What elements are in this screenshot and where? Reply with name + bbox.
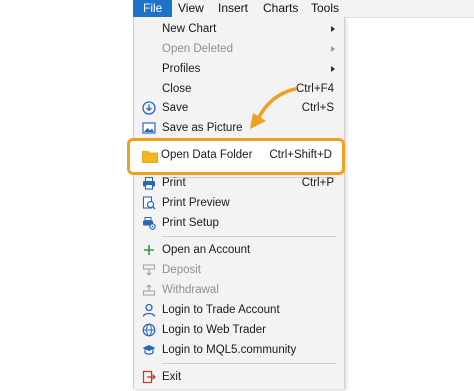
submenu-arrow-icon <box>331 26 335 32</box>
menu-item-label: Deposit <box>162 264 201 276</box>
menu-item-label: Login to Trade Account <box>162 304 280 316</box>
picture-icon <box>142 121 156 135</box>
menu-item-label: Exit <box>162 371 182 383</box>
exit-icon <box>142 370 156 384</box>
menu-item-label: Profiles <box>162 63 201 75</box>
menu-separator <box>162 236 336 237</box>
menu-item-print[interactable]: Print Ctrl+P <box>134 173 344 193</box>
menu-item-label: Withdrawal <box>162 284 219 296</box>
menu-insert[interactable]: Insert <box>218 0 248 17</box>
menu-item-login-trade-account[interactable]: Login to Trade Account <box>134 300 344 320</box>
menu-item-close[interactable]: Close Ctrl+F4 <box>134 79 344 99</box>
menu-tools[interactable]: Tools <box>311 0 339 17</box>
deposit-icon <box>142 263 156 277</box>
plus-icon <box>142 243 156 257</box>
shortcut-text: Ctrl+P <box>301 177 334 189</box>
folder-icon <box>142 150 158 163</box>
menu-item-label: Login to Web Trader <box>162 324 266 336</box>
menu-item-label: Print <box>162 177 186 189</box>
save-icon <box>142 101 156 115</box>
globe-icon <box>142 323 156 337</box>
menu-item-login-web-trader[interactable]: Login to Web Trader <box>134 320 344 340</box>
menu-bar: File View Insert Charts Tools <box>133 0 474 18</box>
menu-item-print-setup[interactable]: Print Setup <box>134 213 344 233</box>
menu-item-label: Login to MQL5.community <box>162 344 297 356</box>
printer-icon <box>142 176 156 190</box>
menu-item-label: Open Data Folder <box>161 149 253 161</box>
menu-item-label: Print Preview <box>162 197 230 209</box>
print-preview-icon <box>142 196 156 210</box>
print-setup-icon <box>142 216 156 230</box>
menu-item-profiles[interactable]: Profiles <box>134 59 344 79</box>
withdrawal-icon <box>142 283 156 297</box>
pointer-arrow-icon <box>250 87 297 129</box>
menu-item-label: Open Deleted <box>162 43 233 55</box>
graduation-cap-icon <box>142 343 156 357</box>
menu-item-new-chart[interactable]: New Chart <box>134 19 344 39</box>
menu-separator <box>162 363 336 364</box>
shortcut-text: Ctrl+S <box>301 102 334 114</box>
menu-view[interactable]: View <box>178 0 204 17</box>
menu-item-label: Save <box>162 102 189 114</box>
menu-item-deposit[interactable]: Deposit <box>134 260 344 280</box>
menu-item-label: Open an Account <box>162 244 251 256</box>
menu-charts[interactable]: Charts <box>263 0 298 17</box>
menu-item-withdrawal[interactable]: Withdrawal <box>134 280 344 300</box>
menu-item-save-as-picture[interactable]: Save as Picture <box>134 118 344 138</box>
submenu-arrow-icon <box>331 66 335 72</box>
menu-item-label: New Chart <box>162 23 217 35</box>
menu-item-save[interactable]: Save Ctrl+S <box>134 98 344 118</box>
menu-item-open-account[interactable]: Open an Account <box>134 240 344 260</box>
file-dropdown: New Chart Open Deleted Profiles Close Ct… <box>133 17 345 389</box>
menu-item-exit[interactable]: Exit <box>134 367 344 387</box>
menu-item-label: Close <box>162 83 192 95</box>
menu-file[interactable]: File <box>133 0 173 17</box>
menu-item-login-mql5[interactable]: Login to MQL5.community <box>134 340 344 360</box>
user-icon <box>142 303 156 317</box>
menu-item-label: Print Setup <box>162 217 219 229</box>
submenu-arrow-icon <box>331 46 335 52</box>
menu-item-open-data-folder[interactable]: Open Data Folder Ctrl+Shift+D <box>127 138 345 175</box>
shortcut-text: Ctrl+Shift+D <box>269 149 332 161</box>
menu-item-open-deleted[interactable]: Open Deleted <box>134 39 344 59</box>
shortcut-text: Ctrl+F4 <box>295 83 334 95</box>
menu-item-print-preview[interactable]: Print Preview <box>134 193 344 213</box>
menu-item-label: Save as Picture <box>162 122 243 134</box>
